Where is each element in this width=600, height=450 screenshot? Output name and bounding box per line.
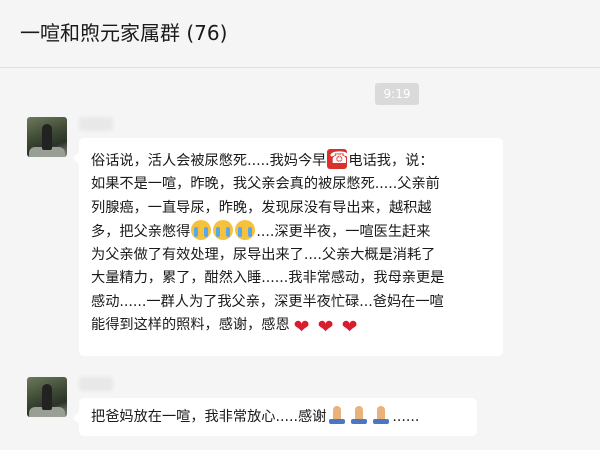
message-text: 能得到这样的照料，感谢，感恩 <box>91 317 290 334</box>
message-text: 电话我，说： <box>348 153 434 169</box>
message-line: 能得到这样的照料，感谢，感恩 ❤ ❤ ❤ <box>91 314 491 337</box>
message-text: ....深更半夜，一喧医生赶来 <box>256 223 431 240</box>
group-title[interactable]: 一喧和煦元家属群 (76) <box>20 20 227 46</box>
message-line: 俗话说，活人会被尿憋死.....我妈今早 电话我，说： <box>91 146 491 173</box>
heart-icon: ❤ <box>341 316 358 339</box>
message-timestamp: 9:19 <box>375 83 419 105</box>
message-line: 列腺癌，一直导尿，昨晚，发现尿没有导出来，越积越 <box>91 199 432 216</box>
sender-name-blurred <box>79 117 113 131</box>
message-line: 大量精力，累了，酣然入睡......我非常感动，我母亲更是 <box>91 270 445 287</box>
sender-avatar[interactable] <box>27 377 67 417</box>
praying-hands-icon <box>349 405 369 425</box>
message-line: 如果不是一喧，昨晚，我父亲会真的被尿憋死.....父亲前 <box>91 176 440 193</box>
message-line: 多，把父亲憋得 ....深更半夜，一喧医生赶来 <box>91 219 491 244</box>
message-bubble[interactable]: 把爸妈放在一喧，我非常放心.....感谢...... <box>73 398 477 436</box>
avatar-person-shape <box>42 384 52 410</box>
crying-face-icon <box>213 219 234 240</box>
chat-header: 一喧和煦元家属群 (76) <box>0 0 600 68</box>
telephone-icon <box>327 146 349 169</box>
message-line: 感动......一群人为了我父亲，深更半夜忙碌...爸妈在一喧 <box>91 293 444 310</box>
praying-hands-icon <box>327 405 347 425</box>
message-line: 为父亲做了有效处理，尿导出来了....父亲大概是消耗了 <box>91 247 436 264</box>
heart-icon: ❤ <box>293 316 310 339</box>
heart-icon: ❤ <box>317 316 334 339</box>
message-text: ...... <box>392 409 420 425</box>
praying-hands-icon <box>371 405 391 425</box>
avatar-person-shape <box>42 124 52 150</box>
sender-avatar[interactable] <box>27 117 67 157</box>
message-bubble[interactable]: 俗话说，活人会被尿憋死.....我妈今早 电话我，说： 如果不是一喧，昨晚，我父亲… <box>73 138 503 356</box>
message-text: 多，把父亲憋得 <box>91 223 191 240</box>
message-text: 把爸妈放在一喧，我非常放心.....感谢 <box>91 409 327 425</box>
message-text: 俗话说，活人会被尿憋死.....我妈今早 <box>91 153 327 169</box>
crying-face-icon <box>235 219 256 240</box>
crying-face-icon <box>191 219 212 240</box>
sender-name-blurred <box>79 377 113 391</box>
